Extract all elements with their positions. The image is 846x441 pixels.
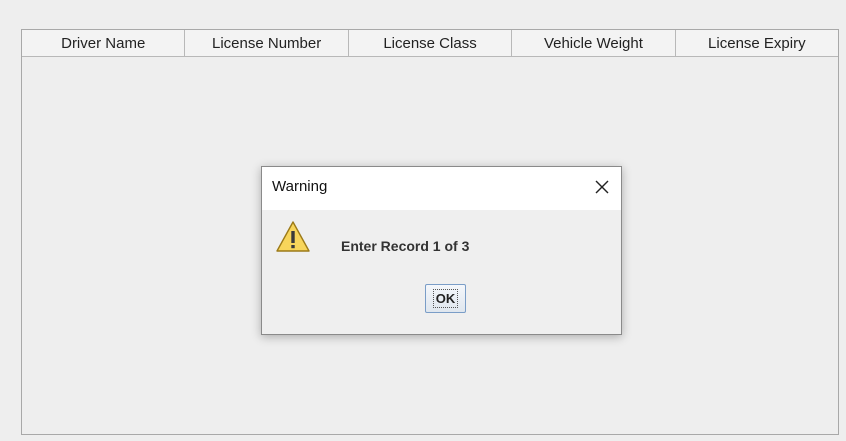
ok-button[interactable]: OK <box>425 284 466 313</box>
column-header-license-expiry[interactable]: License Expiry <box>676 30 838 56</box>
table-header: Driver Name License Number License Class… <box>22 30 838 57</box>
warning-icon <box>275 220 311 254</box>
column-header-driver-name[interactable]: Driver Name <box>22 30 186 56</box>
close-icon[interactable] <box>591 176 613 198</box>
column-header-license-number[interactable]: License Number <box>185 30 349 56</box>
warning-dialog: Warning Enter Record 1 of 3 OK <box>261 166 622 335</box>
column-header-license-class[interactable]: License Class <box>349 30 513 56</box>
column-header-vehicle-weight[interactable]: Vehicle Weight <box>512 30 676 56</box>
dialog-message: Enter Record 1 of 3 <box>341 238 470 254</box>
ok-button-label: OK <box>432 289 459 308</box>
dialog-title: Warning <box>272 178 328 195</box>
dialog-titlebar[interactable]: Warning <box>262 167 621 210</box>
